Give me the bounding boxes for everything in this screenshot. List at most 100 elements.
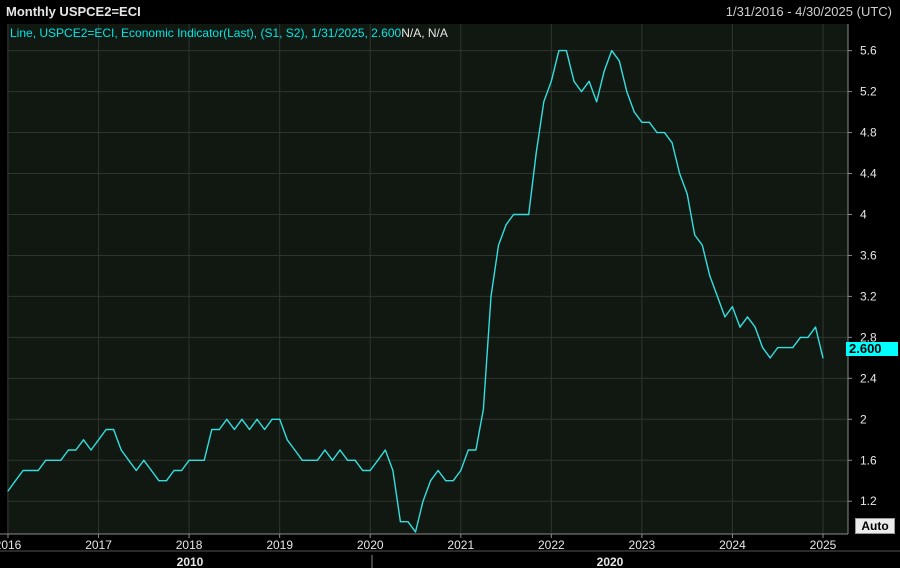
- data-point: [67, 449, 69, 451]
- data-point: [611, 50, 613, 52]
- data-point: [369, 469, 371, 472]
- data-point: [82, 439, 85, 441]
- data-point: [248, 428, 251, 431]
- x-tick-label: 2025: [810, 538, 837, 552]
- data-point: [603, 70, 605, 72]
- y-tick-label: 1.6: [860, 453, 877, 467]
- data-point: [648, 121, 651, 123]
- data-point: [671, 142, 673, 144]
- data-point: [407, 521, 409, 523]
- data-point: [739, 326, 741, 328]
- data-point: [75, 449, 77, 451]
- data-point: [550, 80, 552, 82]
- data-point: [663, 131, 666, 134]
- data-point: [392, 469, 394, 472]
- y-tick-label: 4.8: [860, 126, 877, 140]
- data-point: [37, 469, 39, 472]
- line-chart: 1.21.622.42.83.23.644.44.85.25.6 2016201…: [0, 24, 900, 568]
- data-point: [279, 418, 281, 420]
- data-point: [573, 80, 575, 82]
- data-point: [422, 500, 424, 502]
- x-decade-label: 2010: [177, 555, 204, 568]
- data-point: [475, 449, 477, 451]
- data-point: [535, 152, 537, 154]
- auto-scale-button[interactable]: Auto: [855, 518, 895, 534]
- data-point: [565, 50, 568, 52]
- data-point: [196, 459, 198, 461]
- data-point: [437, 469, 439, 472]
- data-point: [701, 244, 703, 246]
- data-point: [294, 449, 296, 451]
- data-point: [731, 306, 734, 308]
- data-point: [241, 418, 243, 420]
- data-point: [814, 326, 817, 328]
- data-point: [807, 336, 809, 338]
- data-point: [45, 459, 47, 461]
- data-point: [271, 418, 273, 420]
- data-point: [384, 449, 386, 451]
- data-point: [180, 469, 183, 472]
- data-point: [324, 449, 326, 451]
- data-point: [128, 459, 130, 461]
- legend-text: Line, USPCE2=ECI, Economic Indicator(Las…: [10, 26, 402, 40]
- data-point: [822, 357, 824, 359]
- data-point: [686, 193, 688, 195]
- data-point: [354, 459, 356, 461]
- data-point: [596, 101, 598, 103]
- data-point: [558, 50, 560, 52]
- x-tick-label: 2023: [629, 538, 656, 552]
- data-point: [626, 90, 628, 93]
- x-tick-label: 2021: [447, 538, 474, 552]
- data-point: [618, 60, 620, 62]
- data-point: [694, 234, 696, 236]
- data-point: [445, 480, 447, 482]
- data-point: [158, 480, 160, 482]
- data-point: [513, 213, 515, 216]
- data-point: [746, 316, 749, 318]
- data-point: [799, 336, 801, 338]
- data-point: [792, 347, 794, 349]
- y-tick-label: 3.6: [860, 248, 877, 262]
- data-point: [762, 347, 764, 349]
- data-point: [211, 428, 213, 431]
- data-point: [339, 449, 341, 451]
- data-point: [528, 213, 530, 216]
- data-point: [769, 357, 771, 359]
- data-point: [150, 469, 152, 472]
- data-point: [309, 459, 311, 461]
- data-point: [467, 449, 469, 451]
- data-point: [233, 428, 235, 431]
- x-tick-label: 2019: [266, 538, 293, 552]
- data-point: [22, 469, 24, 472]
- x-tick-label: 2024: [719, 538, 746, 552]
- y-tick-label: 5.6: [860, 44, 877, 58]
- data-point: [97, 439, 100, 441]
- data-point: [203, 459, 205, 461]
- data-point: [377, 459, 379, 461]
- data-point: [641, 121, 643, 123]
- x-tick-label: 2016: [0, 538, 22, 552]
- chart-window: Monthly USPCE2=ECI 1/31/2016 - 4/30/2025…: [0, 0, 900, 568]
- data-point: [490, 295, 492, 298]
- x-tick-label: 2022: [538, 538, 565, 552]
- data-point: [256, 418, 258, 420]
- data-point: [399, 521, 402, 523]
- data-point: [218, 428, 220, 431]
- y-tick-label: 5.2: [860, 85, 877, 99]
- data-point: [543, 101, 545, 103]
- data-point: [113, 428, 115, 431]
- y-tick-label: 3.2: [860, 289, 877, 303]
- data-point: [716, 295, 718, 298]
- data-point: [263, 428, 266, 431]
- data-point: [52, 459, 54, 461]
- data-point: [105, 428, 107, 431]
- x-tick-label: 2020: [357, 538, 384, 552]
- data-point: [777, 347, 779, 349]
- y-tick-label: 4.4: [860, 167, 877, 181]
- data-point: [580, 90, 583, 93]
- data-point: [143, 459, 145, 461]
- y-tick-label: 4: [860, 207, 867, 221]
- data-point: [414, 531, 417, 533]
- data-point: [301, 459, 303, 461]
- data-point: [135, 469, 137, 472]
